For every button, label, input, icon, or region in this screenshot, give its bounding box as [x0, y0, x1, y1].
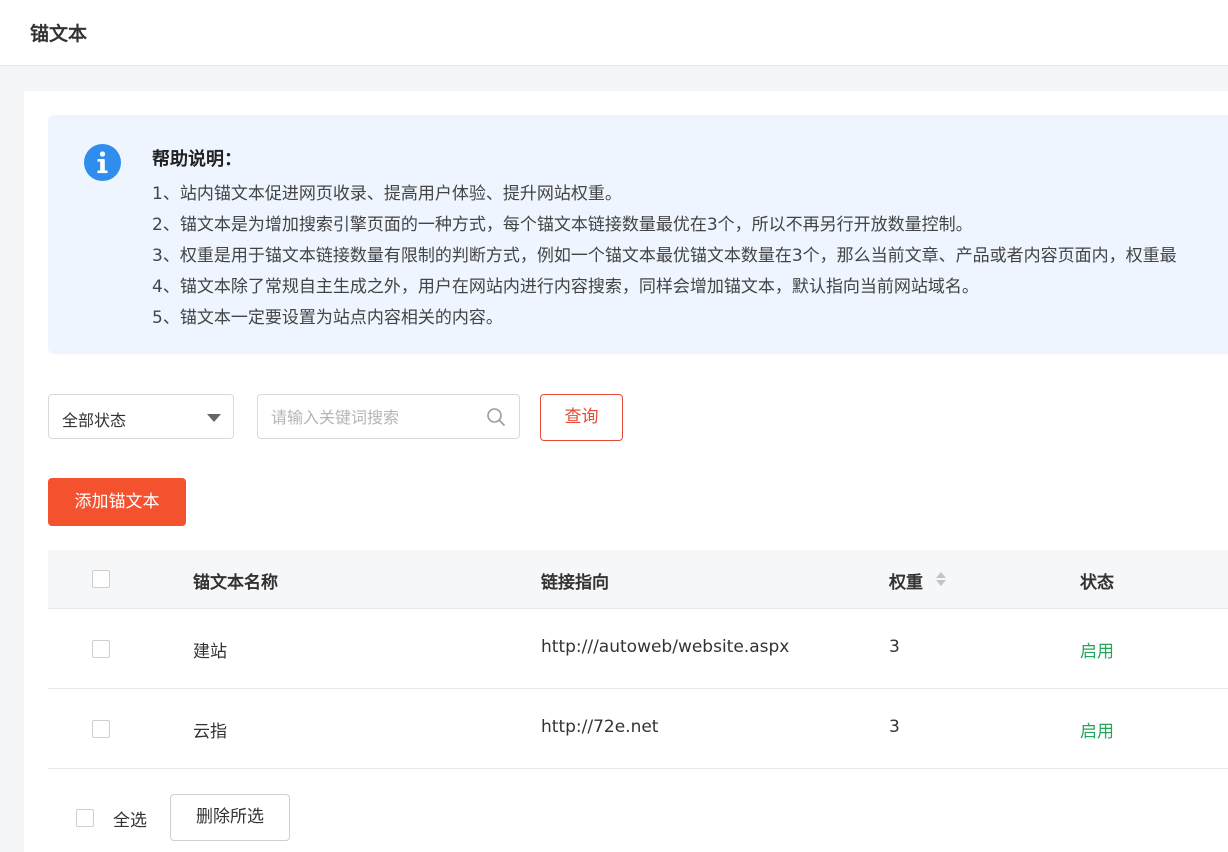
row-checkbox[interactable] — [92, 640, 110, 658]
row-status[interactable]: 启用 — [1080, 637, 1114, 662]
help-line: 2、锚文本是为增加搜索引擎页面的一种方式，每个锚文本链接数量最优在3个，所以不再… — [152, 215, 973, 235]
row-name: 云指 — [193, 722, 227, 742]
status-filter-value: 全部状态 — [62, 411, 127, 430]
top-bar: 锚文本 — [0, 0, 1228, 66]
table-row: 云指 http://72e.net 3 启用 — [48, 689, 1228, 769]
help-line: 4、锚文本除了常规自主生成之外，用户在网站内进行内容搜索，同样会增加锚文本，默认… — [152, 277, 979, 297]
help-line: 1、站内锚文本促进网页收录、提高用户体验、提升网站权重。 — [152, 184, 622, 204]
select-all-checkbox[interactable] — [76, 809, 94, 827]
header-checkbox[interactable] — [92, 570, 110, 588]
row-checkbox[interactable] — [92, 720, 110, 738]
search-box — [257, 394, 520, 439]
search-icon[interactable] — [486, 407, 506, 427]
help-panel: 帮助说明： 1、站内锚文本促进网页收录、提高用户体验、提升网站权重。 2、锚文本… — [48, 115, 1228, 354]
sort-icon[interactable] — [935, 571, 947, 587]
select-all-label[interactable]: 全选 — [113, 806, 147, 831]
column-header-status: 状态 — [1080, 573, 1114, 593]
help-list: 1、站内锚文本促进网页收录、提高用户体验、提升网站权重。 2、锚文本是为增加搜索… — [152, 179, 1177, 334]
row-status[interactable]: 启用 — [1080, 717, 1114, 742]
search-input[interactable] — [269, 404, 473, 430]
row-weight: 3 — [889, 717, 900, 737]
table-row: 建站 http:///autoweb/website.aspx 3 启用 — [48, 609, 1228, 689]
column-header-weight[interactable]: 权重 — [889, 568, 923, 593]
help-line: 3、权重是用于锚文本链接数量有限制的判断方式，例如一个锚文本最优锚文本数量在3个… — [152, 246, 1177, 266]
help-title: 帮助说明： — [152, 149, 242, 170]
info-icon — [84, 144, 121, 181]
row-weight: 3 — [889, 637, 900, 657]
column-header-link: 链接指向 — [541, 573, 609, 593]
status-filter-select[interactable]: 全部状态 — [48, 394, 234, 439]
row-name: 建站 — [193, 642, 227, 662]
row-link: http:///autoweb/website.aspx — [541, 637, 790, 657]
chevron-down-icon — [207, 414, 221, 422]
row-link: http://72e.net — [541, 717, 659, 737]
query-button[interactable]: 查询 — [540, 394, 623, 441]
page-title: 锚文本 — [30, 23, 88, 45]
column-header-name: 锚文本名称 — [193, 573, 278, 593]
delete-selected-button[interactable]: 删除所选 — [170, 794, 290, 841]
help-line: 5、锚文本一定要设置为站点内容相关的内容。 — [152, 308, 503, 328]
content-card: 帮助说明： 1、站内锚文本促进网页收录、提高用户体验、提升网站权重。 2、锚文本… — [24, 91, 1228, 852]
add-anchor-text-button[interactable]: 添加锚文本 — [48, 478, 186, 526]
table-header: 锚文本名称 链接指向 权重 状态 — [48, 550, 1228, 609]
